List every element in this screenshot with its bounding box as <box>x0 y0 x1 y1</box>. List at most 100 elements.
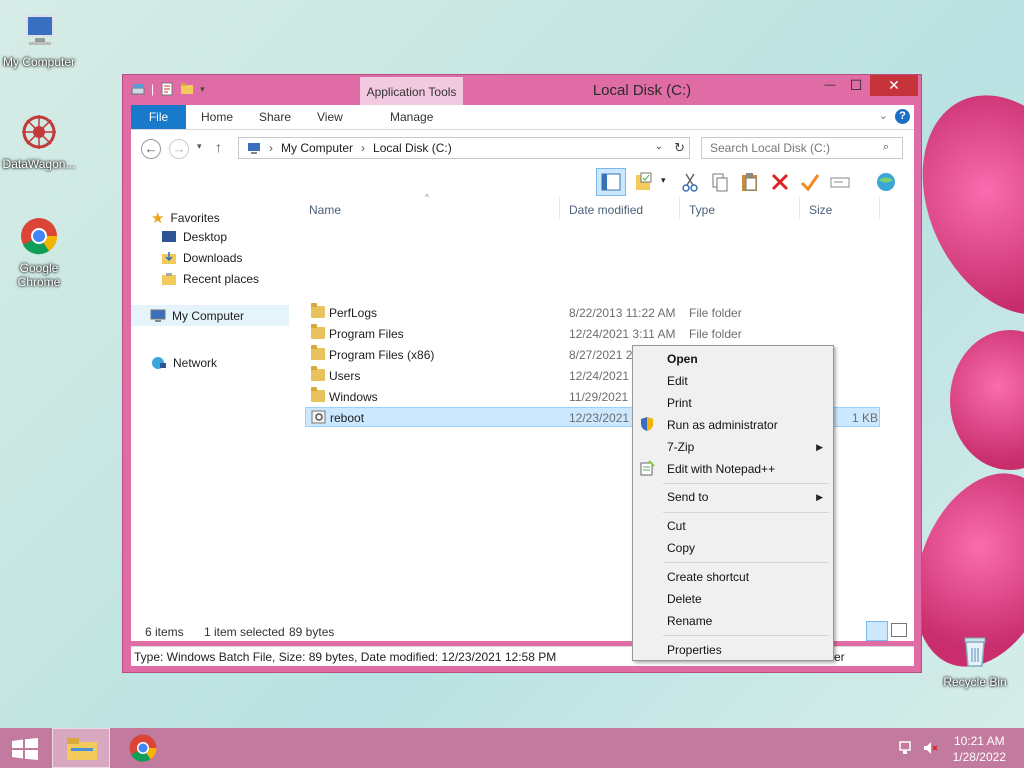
menu-properties[interactable]: Properties <box>667 643 722 657</box>
file-size: 1 KB <box>852 411 879 425</box>
details-view-button[interactable] <box>866 621 888 641</box>
tab-view[interactable]: View <box>317 105 343 129</box>
properties-toolbar-icon[interactable] <box>633 171 655 193</box>
recent-places-icon <box>162 273 176 285</box>
paste-icon[interactable] <box>739 171 761 193</box>
file-name: Program Files <box>329 327 404 341</box>
help-icon[interactable]: ? <box>895 109 910 124</box>
refresh-icon[interactable]: ↻ <box>674 140 685 156</box>
recent-locations-icon[interactable]: ▾ <box>197 141 202 152</box>
command-toolbar: ▾ <box>131 167 914 197</box>
delete-icon[interactable] <box>769 171 791 193</box>
menu-edit[interactable]: Edit <box>667 374 688 388</box>
menu-cut[interactable]: Cut <box>667 519 686 533</box>
column-date-modified[interactable]: Date modified <box>569 203 643 217</box>
network-icon <box>152 357 166 369</box>
tab-share[interactable]: Share <box>259 105 291 129</box>
taskbar: 10:21 AM 1/28/2022 <box>0 728 1024 768</box>
copy-icon[interactable] <box>709 171 731 193</box>
windows-start-icon[interactable] <box>11 738 39 760</box>
cut-icon[interactable] <box>679 171 701 193</box>
menu-send-to[interactable]: Send to <box>667 490 708 504</box>
nav-downloads-label: Downloads <box>183 251 243 265</box>
menu-delete[interactable]: Delete <box>667 592 702 606</box>
address-field[interactable]: › My Computer › Local Disk (C:) ⌄ ↻ <box>238 137 690 159</box>
rename-check-icon[interactable] <box>799 171 821 193</box>
chrome-icon <box>129 734 157 762</box>
file-name: Program Files (x86) <box>329 348 435 362</box>
file-name: PerfLogs <box>329 306 378 320</box>
batch-file-icon <box>311 410 326 424</box>
nav-recent-places[interactable]: Recent places <box>161 272 259 286</box>
volume-muted-icon[interactable] <box>922 740 938 756</box>
minimize-button[interactable]: — <box>817 75 843 96</box>
desktop-icon-recycle-bin[interactable]: Recycle Bin <box>935 630 1015 689</box>
search-input[interactable]: Search Local Disk (C:) <box>701 137 903 159</box>
desktop-icon-label: Google Chrome <box>17 261 61 289</box>
up-button[interactable]: ↑ <box>215 139 222 155</box>
tab-file[interactable]: File <box>131 105 186 129</box>
column-headers: ^ Name Date modified Type Size <box>305 193 880 223</box>
tab-home[interactable]: Home <box>201 105 233 129</box>
taskbar-chrome[interactable] <box>114 728 172 768</box>
computer-small-icon <box>248 142 260 154</box>
computer-icon <box>26 15 54 45</box>
properties-dropdown-icon[interactable]: ▾ <box>661 175 666 186</box>
desktop-icon-label: DataWagon... <box>2 157 76 171</box>
desktop-icon-my-computer[interactable]: My Computer <box>0 10 79 69</box>
menu-open[interactable]: Open <box>667 352 698 366</box>
close-button[interactable]: ✕ <box>870 75 918 96</box>
nav-desktop[interactable]: Desktop <box>161 230 227 244</box>
desktop-icon-label: My Computer <box>2 55 76 69</box>
menu-7zip[interactable]: 7-Zip <box>667 440 694 454</box>
computer-small-icon <box>150 309 166 322</box>
forward-button[interactable]: → <box>169 139 189 159</box>
nav-network[interactable]: Network <box>151 356 217 370</box>
menu-create-shortcut[interactable]: Create shortcut <box>667 570 749 584</box>
menu-copy[interactable]: Copy <box>667 541 695 555</box>
tab-manage[interactable]: Manage <box>390 105 433 129</box>
details-text-tail: er <box>834 650 845 664</box>
star-icon: ★ <box>151 210 165 227</box>
desktop-icon-chrome[interactable]: Google Chrome <box>0 216 79 289</box>
breadcrumb-my-computer[interactable]: My Computer <box>281 141 353 155</box>
file-type: File folder <box>689 327 742 341</box>
menu-run-as-administrator[interactable]: Run as administrator <box>667 418 778 432</box>
nav-my-computer[interactable]: My Computer <box>131 305 289 326</box>
uac-shield-icon <box>641 417 653 431</box>
context-menu: Open Edit Print Run as administrator 7-Z… <box>632 345 834 661</box>
nav-my-computer-label: My Computer <box>172 308 245 323</box>
large-icons-view-button[interactable] <box>891 623 907 637</box>
rename-icon[interactable] <box>829 171 851 193</box>
expand-ribbon-icon[interactable]: ⌄ <box>879 109 888 122</box>
taskbar-file-explorer[interactable] <box>52 728 110 768</box>
selection-count: 1 item selected <box>204 625 285 639</box>
desktop-icon-datawagon[interactable]: DataWagon... <box>0 112 79 171</box>
maximize-button[interactable]: ☐ <box>843 75 869 96</box>
column-name[interactable]: Name <box>309 203 341 217</box>
ribbon-tabs: File Home Share View Manage ⌄ ? <box>131 105 914 129</box>
nav-recent-places-label: Recent places <box>183 272 260 286</box>
column-size[interactable]: Size <box>809 203 832 217</box>
title-bar[interactable]: | ▾ Application Tools Local Disk (C:) — … <box>123 75 921 105</box>
address-bar-area: ← → ▾ ↑ › My Computer › Local Disk (C:) … <box>131 129 914 167</box>
menu-rename[interactable]: Rename <box>667 614 712 628</box>
address-dropdown-icon[interactable]: ⌄ <box>655 141 663 152</box>
search-icon[interactable]: ⌕ <box>883 141 889 154</box>
file-row[interactable]: PerfLogs 8/22/2013 11:22 AM File folder <box>305 303 880 323</box>
file-name: Windows <box>329 390 378 404</box>
breadcrumb-local-disk[interactable]: Local Disk (C:) <box>373 141 452 155</box>
preview-pane-icon[interactable] <box>596 168 626 196</box>
file-row[interactable]: Program Files 12/24/2021 3:11 AM File fo… <box>305 324 880 344</box>
file-type: File folder <box>689 306 742 320</box>
menu-print[interactable]: Print <box>667 396 692 410</box>
menu-edit-with-notepad[interactable]: Edit with Notepad++ <box>667 462 775 476</box>
network-tray-icon[interactable] <box>898 740 914 756</box>
web-icon[interactable] <box>875 171 897 193</box>
nav-downloads[interactable]: Downloads <box>161 251 242 265</box>
back-button[interactable]: ← <box>141 139 161 159</box>
nav-favorites[interactable]: ★ Favorites <box>151 209 220 227</box>
column-type[interactable]: Type <box>689 203 715 217</box>
file-explorer-icon <box>67 738 97 760</box>
system-clock[interactable]: 10:21 AM 1/28/2022 <box>953 733 1006 765</box>
